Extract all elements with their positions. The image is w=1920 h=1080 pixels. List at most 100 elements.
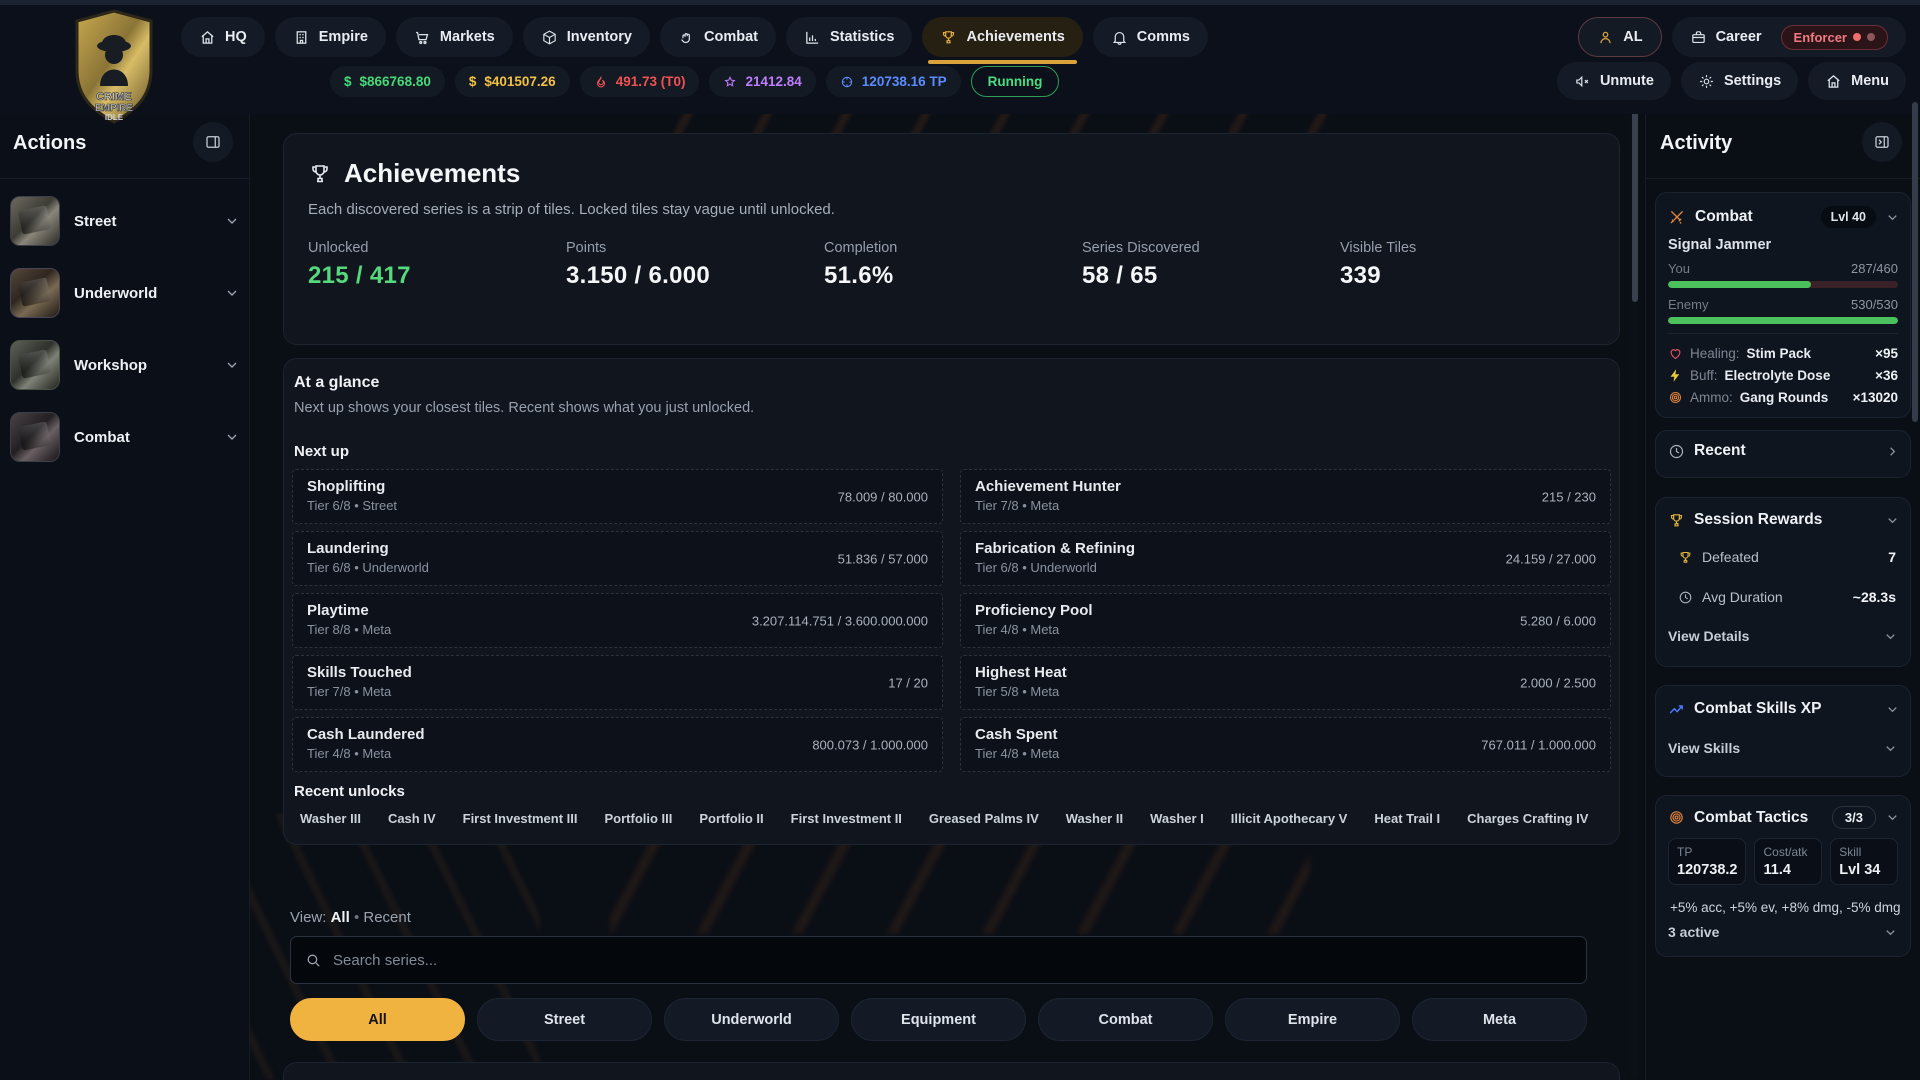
tile-meta: Tier 6/8 • Street — [307, 498, 928, 513]
active-tactics-link[interactable]: 3 active — [1668, 924, 1898, 940]
filter-tab-meta[interactable]: Meta — [1412, 998, 1587, 1041]
recent-card-title: Recent — [1694, 442, 1876, 460]
stat-value: 3.150 / 6.000 — [566, 262, 824, 290]
view-details-link[interactable]: View Details — [1668, 628, 1898, 644]
chevron-down-icon — [1885, 810, 1900, 825]
bar-chart-icon — [804, 29, 821, 46]
sidebar-item-workshop[interactable]: Workshop — [10, 336, 240, 394]
unlock-chip: Washer I — [1150, 811, 1204, 826]
next-up-tile[interactable]: Shoplifting Tier 6/8 • Street 78.009 / 8… — [292, 469, 943, 524]
ammo-consumable-row: Ammo: Gang Rounds ×13020 — [1668, 387, 1898, 407]
search-icon — [305, 952, 322, 969]
trophy-icon — [940, 29, 957, 46]
next-up-tile[interactable]: Cash Laundered Tier 4/8 • Meta 800.073 /… — [292, 717, 943, 772]
nav-combat[interactable]: Combat — [660, 17, 776, 57]
view-mode-recent[interactable]: Recent — [363, 909, 411, 926]
next-up-tile[interactable]: Proficiency Pool Tier 4/8 • Meta 5.280 /… — [960, 593, 1611, 648]
career-label: Career — [1716, 29, 1762, 45]
player-avatar-button[interactable]: AL — [1578, 17, 1661, 57]
menu-button[interactable]: Menu — [1808, 62, 1906, 100]
unlock-chip: Portfolio III — [605, 811, 673, 826]
combat-tactics-title: Combat Tactics — [1694, 809, 1823, 827]
activity-collapse-button[interactable] — [1862, 122, 1902, 162]
settings-button[interactable]: Settings — [1681, 62, 1798, 100]
divider — [1668, 333, 1898, 334]
tp-resource: 120738.16 TP — [826, 66, 961, 97]
tile-meta: Tier 4/8 • Meta — [975, 622, 1596, 637]
sidebar-item-street[interactable]: Street — [10, 192, 240, 250]
chevron-down-icon — [1883, 741, 1898, 756]
active-tactics-label: 3 active — [1668, 924, 1883, 940]
nav-comms[interactable]: Comms — [1093, 17, 1208, 57]
nav-statistics[interactable]: Statistics — [786, 17, 912, 57]
activity-scrollbar-thumb[interactable] — [1912, 102, 1918, 422]
scrollbar-thumb[interactable] — [1632, 114, 1638, 302]
tile-progress: 78.009 / 80.000 — [838, 489, 928, 504]
unlock-chip: Washer III — [300, 811, 361, 826]
next-up-tile[interactable]: Achievement Hunter Tier 7/8 • Meta 215 /… — [960, 469, 1611, 524]
sidebar-item-label: Workshop — [74, 357, 210, 374]
view-mode-all[interactable]: All — [331, 909, 350, 926]
stat-value: Lvl 34 — [1839, 862, 1889, 878]
combat-level-badge: Lvl 40 — [1821, 206, 1876, 228]
stat-visible-tiles: Visible Tiles 339 — [1340, 240, 1598, 290]
unlock-chip: Portfolio II — [699, 811, 763, 826]
nav-label: Combat — [704, 29, 758, 45]
briefcase-icon — [1690, 29, 1707, 46]
consumable-name: Stim Pack — [1747, 346, 1869, 361]
achievements-header-card: Achievements Each discovered series is a… — [283, 133, 1620, 345]
recent-card[interactable]: Recent — [1655, 430, 1911, 478]
home-icon — [1825, 73, 1842, 90]
next-up-tile[interactable]: Cash Spent Tier 4/8 • Meta 767.011 / 1.0… — [960, 717, 1611, 772]
sidebar-collapse-button[interactable] — [193, 122, 233, 162]
next-up-tile[interactable]: Fabrication & Refining Tier 6/8 • Underw… — [960, 531, 1611, 586]
next-up-grid: Shoplifting Tier 6/8 • Street 78.009 / 8… — [292, 469, 1611, 772]
session-rewards-header[interactable]: Session Rewards — [1668, 511, 1900, 529]
tile-meta: Tier 7/8 • Meta — [307, 684, 928, 699]
search-input[interactable] — [333, 952, 1533, 969]
building-icon — [293, 29, 310, 46]
filter-tab-empire[interactable]: Empire — [1225, 998, 1400, 1041]
top-bar: CRIME EMPIRE IDLE HQ Empire Markets Inve… — [0, 0, 1920, 114]
tile-name: Laundering — [307, 540, 928, 557]
next-up-tile[interactable]: Highest Heat Tier 5/8 • Meta 2.000 / 2.5… — [960, 655, 1611, 710]
enemy-hp-fill — [1668, 317, 1898, 324]
sidebar-item-underworld[interactable]: Underworld — [10, 264, 240, 322]
main-content: Achievements Each discovered series is a… — [250, 114, 1645, 1080]
next-up-tile[interactable]: Skills Touched Tier 7/8 • Meta 17 / 20 — [292, 655, 943, 710]
tile-progress: 17 / 20 — [888, 675, 928, 690]
combat-card-title: Combat — [1695, 208, 1812, 226]
view-skills-link[interactable]: View Skills — [1668, 740, 1898, 756]
filter-tab-equipment[interactable]: Equipment — [851, 998, 1026, 1041]
unmute-button[interactable]: Unmute — [1557, 62, 1671, 100]
combat-card-header[interactable]: Combat Lvl 40 — [1668, 206, 1900, 228]
career-button[interactable]: Career Enforcer — [1672, 17, 1906, 57]
filter-tab-underworld[interactable]: Underworld — [664, 998, 839, 1041]
menu-label: Menu — [1851, 73, 1889, 89]
filter-tab-combat[interactable]: Combat — [1038, 998, 1213, 1041]
consumable-name: Electrolyte Dose — [1725, 368, 1869, 383]
combat-skills-header[interactable]: Combat Skills XP — [1668, 700, 1900, 718]
rank-pip-icon — [1853, 33, 1861, 41]
enemy-name: Signal Jammer — [1668, 237, 1771, 253]
nav-inventory[interactable]: Inventory — [523, 17, 650, 57]
chevron-down-icon — [224, 213, 240, 229]
series-list-card-edge — [283, 1062, 1620, 1080]
chevron-right-icon — [1885, 444, 1900, 459]
next-up-tile[interactable]: Playtime Tier 8/8 • Meta 3.207.114.751 /… — [292, 593, 943, 648]
nav-achievements[interactable]: Achievements — [922, 17, 1082, 57]
filter-tab-all[interactable]: All — [290, 998, 465, 1041]
box-icon — [541, 29, 558, 46]
next-up-tile[interactable]: Laundering Tier 6/8 • Underworld 51.836 … — [292, 531, 943, 586]
nav-label: Empire — [319, 29, 368, 45]
combat-tactics-header[interactable]: Combat Tactics 3/3 — [1668, 806, 1900, 829]
nav-markets[interactable]: Markets — [396, 17, 513, 57]
avg-duration-label: Avg Duration — [1702, 589, 1844, 605]
filter-tab-street[interactable]: Street — [477, 998, 652, 1041]
nav-empire[interactable]: Empire — [275, 17, 386, 57]
nav-hq[interactable]: HQ — [181, 17, 265, 57]
consumable-type: Ammo: — [1690, 390, 1733, 405]
main-scrollbar[interactable] — [1631, 114, 1639, 1080]
cart-icon — [414, 29, 431, 46]
sidebar-item-combat[interactable]: Combat — [10, 408, 240, 466]
